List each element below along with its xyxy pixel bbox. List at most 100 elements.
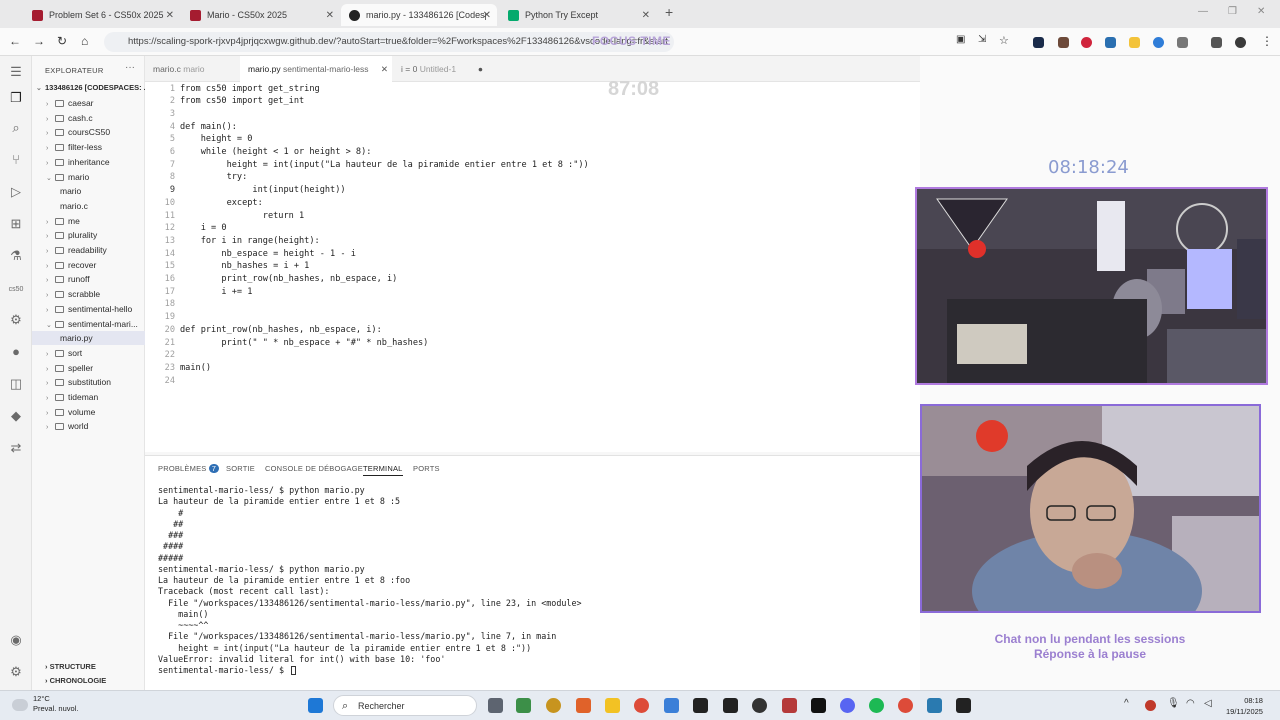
browser-tab-codespace[interactable]: mario.py - 133486126 [Codesp... ✕ [341, 4, 497, 26]
forward-icon[interactable]: → [33, 34, 45, 48]
tree-folder[interactable]: › runoff [32, 272, 145, 286]
chrome-icon[interactable] [634, 698, 649, 713]
code-line[interactable]: 12 i = 0 [145, 222, 920, 235]
url-field[interactable]: https://scaling-spork-rjxvp4jprjqcxwgw.g… [104, 32, 674, 52]
tree-folder[interactable]: › inheritance [32, 155, 145, 169]
tree-folder[interactable]: › volume [32, 405, 145, 419]
account-icon[interactable]: ◉ [8, 632, 24, 648]
tree-folder[interactable]: › filter-less [32, 140, 145, 154]
browser-menu-icon[interactable]: ⋮ [1261, 34, 1273, 48]
app-icon[interactable] [516, 698, 531, 713]
python-icon[interactable]: ◆ [8, 408, 24, 424]
search-icon[interactable]: ⌕ [8, 120, 24, 136]
source-control-icon[interactable]: ⑂ [8, 152, 24, 168]
wifi-icon[interactable]: ◠ [1186, 698, 1195, 709]
tree-folder[interactable]: › cash.c [32, 111, 145, 125]
code-line[interactable]: 22 [145, 349, 920, 362]
settings-gear-icon[interactable]: ⚙ [8, 664, 24, 680]
close-window-icon[interactable]: ✕ [1257, 6, 1265, 17]
code-line[interactable]: 13 for i in range(height): [145, 235, 920, 248]
extensions-icon[interactable]: ⊞ [8, 216, 24, 232]
timeline-section[interactable]: › CHRONOLOGIE [45, 676, 106, 685]
code-line[interactable]: 23 main() [145, 362, 920, 375]
workspace-root[interactable]: ⌄ 133486126 [CODESPACES: ... [36, 81, 150, 95]
tree-folder[interactable]: › sort [32, 346, 145, 360]
task-view-icon[interactable] [488, 698, 503, 713]
more-actions-icon[interactable]: ··· [125, 62, 135, 73]
code-line[interactable]: 9 int(input(height)) [145, 184, 920, 197]
back-icon[interactable]: ← [9, 34, 21, 48]
close-icon[interactable]: ✕ [381, 56, 388, 82]
extension-icon[interactable] [1081, 37, 1092, 48]
windows-start-icon[interactable] [308, 698, 323, 713]
tree-folder[interactable]: › caesar [32, 96, 145, 110]
code-line[interactable]: 11 return 1 [145, 210, 920, 223]
browser-tab-python-try[interactable]: Python Try Except ✕ [500, 4, 656, 26]
microphone-icon[interactable]: 🎙 [1167, 698, 1180, 709]
code-line[interactable]: 17 i += 1 [145, 286, 920, 299]
close-icon[interactable]: ✕ [642, 10, 650, 21]
tree-folder[interactable]: › tideman [32, 390, 145, 404]
spotify-icon[interactable] [869, 698, 884, 713]
close-icon[interactable]: ✕ [166, 10, 174, 21]
weather-widget[interactable]: 12°C Preval. nuvol. [33, 694, 78, 714]
code-line[interactable]: 16 print_row(nb_hashes, nb_espace, i) [145, 273, 920, 286]
code-line[interactable]: 8 try: [145, 171, 920, 184]
tree-folder[interactable]: › plurality [32, 228, 145, 242]
testing-icon[interactable]: ⚗ [8, 248, 24, 264]
tray-chevron-icon[interactable]: ^ [1124, 698, 1129, 709]
reload-icon[interactable]: ↻ [57, 34, 67, 48]
code-line[interactable]: 6 while (height < 1 or height > 8): [145, 146, 920, 159]
tree-file[interactable]: mario.c [32, 199, 145, 213]
tray-app-icon[interactable] [1145, 700, 1156, 711]
tab-ports[interactable]: PORTS [413, 464, 440, 473]
home-icon[interactable]: ⌂ [81, 34, 88, 48]
taskbar-clock[interactable]: 08:18 19/11/2025 [1226, 695, 1263, 717]
profile-avatar[interactable] [1235, 37, 1246, 48]
volume-icon[interactable]: ◁ [1204, 698, 1212, 709]
notion-icon[interactable] [723, 698, 738, 713]
code-line[interactable]: 18 [145, 298, 920, 311]
extension-icon[interactable] [1129, 37, 1140, 48]
editor-tab-mario-c[interactable]: mario.c mario [145, 56, 239, 82]
editor-tab-untitled[interactable]: i = 0 Untitled-1 ● [393, 56, 493, 82]
browser-tab-mario[interactable]: Mario - CS50x 2025 ✕ [182, 4, 340, 26]
code-line[interactable]: 20 def print_row(nb_hashes, nb_espace, i)… [145, 324, 920, 337]
code-line[interactable]: 21 print(" " * nb_espace + "#" * nb_hash… [145, 337, 920, 350]
taskbar-search[interactable]: ⌕ Rechercher [333, 695, 477, 716]
code-line[interactable]: 5 height = 0 [145, 133, 920, 146]
code-line[interactable]: 10 except: [145, 197, 920, 210]
tab-problems[interactable]: PROBLÈMES 7 [158, 464, 220, 473]
reading-list-icon[interactable] [1211, 37, 1222, 48]
cs50-icon[interactable]: cs50 [8, 282, 24, 298]
extension-icon[interactable] [1105, 37, 1116, 48]
explorer-icon[interactable]: ❐ [8, 90, 24, 106]
extensions-puzzle-icon[interactable] [1177, 37, 1188, 48]
tree-folder[interactable]: › recover [32, 258, 145, 272]
bookmark-star-icon[interactable]: ☆ [999, 34, 1009, 47]
code-line[interactable]: 15 nb_hashes = i + 1 [145, 260, 920, 273]
app-icon[interactable] [927, 698, 942, 713]
app-icon[interactable] [782, 698, 797, 713]
app-icon[interactable] [664, 698, 679, 713]
code-editor[interactable]: 1 from cs50 import get_string 2 from cs50 i… [145, 82, 920, 452]
tiktok-icon[interactable] [811, 698, 826, 713]
notion-icon[interactable] [956, 698, 971, 713]
tab-output[interactable]: SORTIE [226, 464, 255, 473]
run-debug-icon[interactable]: ▷ [8, 184, 24, 200]
tree-folder[interactable]: ⌄ sentimental-mari... [32, 317, 145, 331]
code-line[interactable]: 24 [145, 375, 920, 388]
remote-icon[interactable]: ⚙ [8, 312, 24, 328]
tree-folder[interactable]: › scrabble [32, 287, 145, 301]
tree-folder[interactable]: › speller [32, 361, 145, 375]
discord-icon[interactable] [840, 698, 855, 713]
new-tab-button[interactable]: + [665, 4, 673, 20]
code-line[interactable]: 19 [145, 311, 920, 324]
tree-folder[interactable]: › world [32, 419, 145, 433]
code-line[interactable]: 7 height = int(input("La hauteur de la p… [145, 159, 920, 172]
share-icon[interactable]: ⇲ [978, 34, 986, 45]
tab-debug-console[interactable]: CONSOLE DE DÉBOGAGE [265, 464, 363, 473]
tab-terminal[interactable]: TERMINAL [363, 464, 403, 476]
tree-folder[interactable]: › coursCS50 [32, 125, 145, 139]
chatgpt-icon[interactable] [752, 698, 767, 713]
